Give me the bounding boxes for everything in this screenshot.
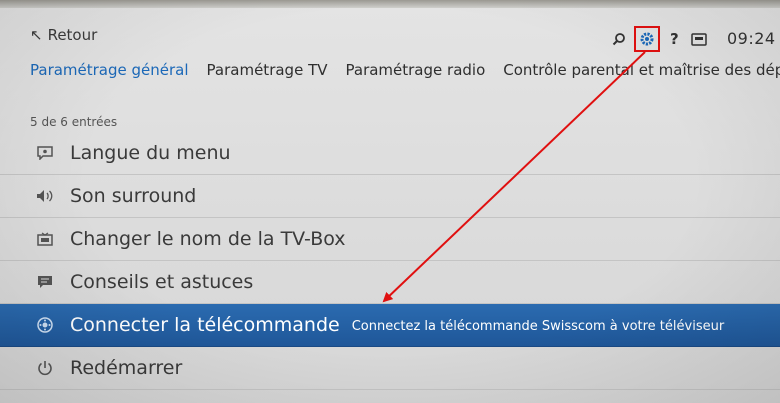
menu-item-label: Changer le nom de la TV-Box (70, 228, 346, 250)
settings-button[interactable] (634, 26, 660, 52)
menu-item-son-surround[interactable]: Son surround (0, 175, 780, 218)
menu-item-label: Redémarrer (70, 357, 183, 379)
tab-bar: Paramétrage général Paramétrage TV Param… (30, 61, 780, 79)
menu-item-label: Conseils et astuces (70, 271, 254, 293)
tv-settings-screen: ↖ Retour ? 09:24 Paramétrage général Par… (0, 0, 780, 403)
top-icon-bar: ? (612, 26, 719, 52)
tab-tv[interactable]: Paramétrage TV (207, 61, 328, 79)
tv-guide-icon[interactable] (690, 32, 707, 46)
speech-bubble-icon (34, 146, 56, 160)
search-icon[interactable] (612, 32, 626, 46)
speaker-icon (34, 189, 56, 203)
tab-parental[interactable]: Contrôle parental et maîtrise des dépe (503, 61, 780, 79)
clock: 09:24 (727, 29, 776, 48)
tab-general[interactable]: Paramétrage général (30, 61, 189, 79)
gear-icon (640, 32, 654, 46)
back-button[interactable]: ↖ Retour (30, 26, 97, 44)
menu-item-description: Connectez la télécommande Swisscom à vot… (351, 318, 725, 334)
back-label: Retour (47, 26, 98, 44)
menu-item-label: Connecter la télécommande (70, 314, 340, 336)
arrow-up-left-icon: ↖ (30, 26, 43, 44)
power-icon (34, 360, 56, 376)
bezel-edge (0, 0, 780, 8)
menu-item-connecter-telecommande[interactable]: Connecter la télécommande Connectez la t… (0, 304, 780, 347)
menu-item-label: Langue du menu (70, 142, 231, 164)
tab-radio[interactable]: Paramétrage radio (346, 61, 486, 79)
settings-menu-list: Langue du menu Son surround Changer le n… (0, 132, 780, 390)
help-icon[interactable]: ? (670, 30, 679, 48)
menu-item-label: Son surround (70, 185, 197, 207)
entry-count: 5 de 6 entrées (30, 115, 118, 129)
menu-item-langue[interactable]: Langue du menu (0, 132, 780, 175)
tv-box-icon (34, 232, 56, 246)
menu-item-conseils[interactable]: Conseils et astuces (0, 261, 780, 304)
chat-icon (34, 275, 56, 289)
remote-icon (34, 317, 56, 333)
menu-item-redemarrer[interactable]: Redémarrer (0, 347, 780, 390)
menu-item-changer-nom[interactable]: Changer le nom de la TV-Box (0, 218, 780, 261)
